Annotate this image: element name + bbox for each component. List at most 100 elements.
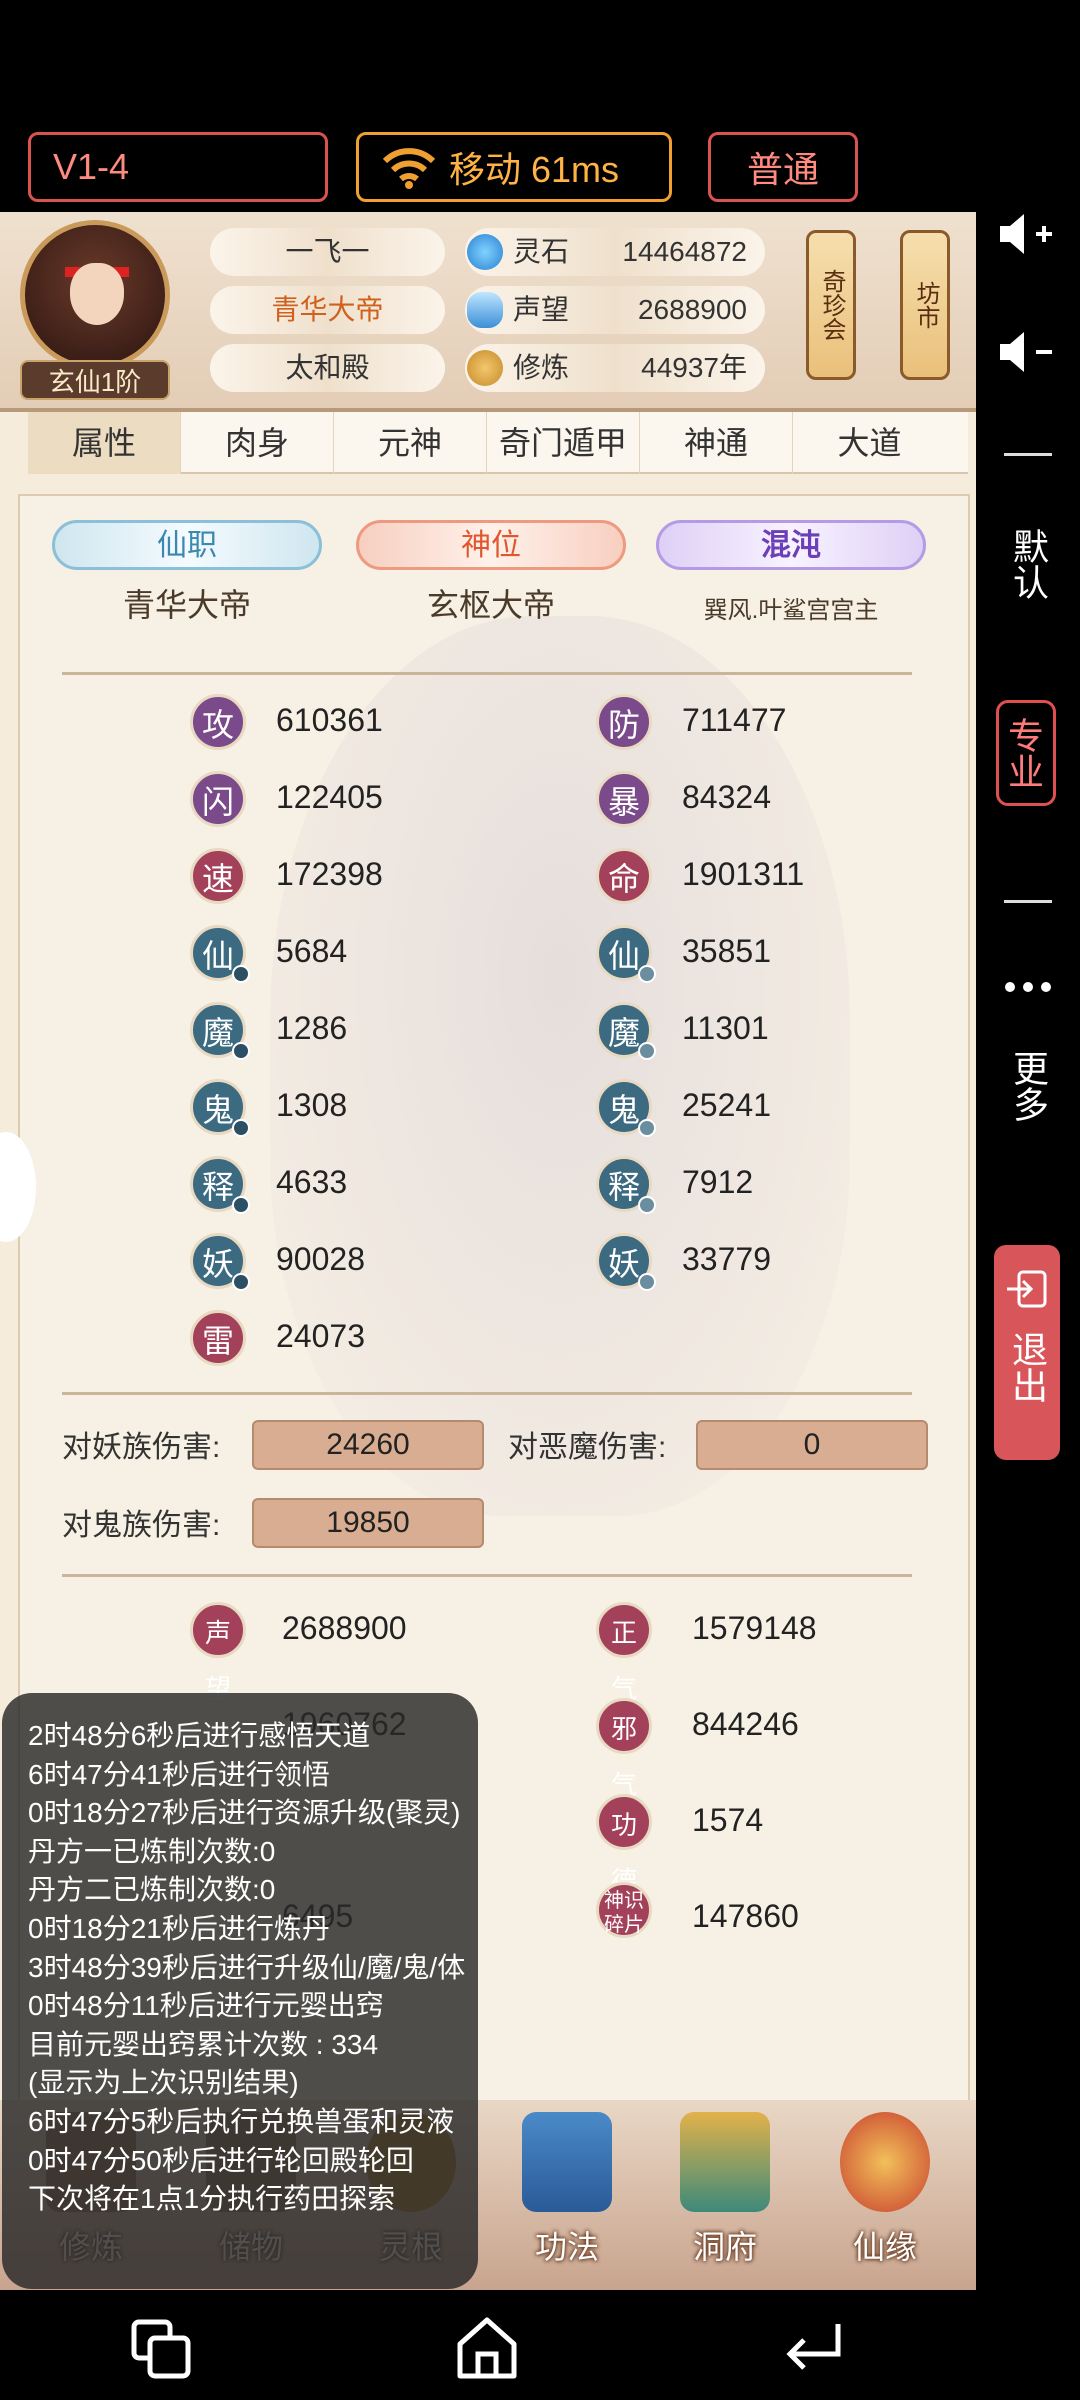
crit-badge-icon: 暴 <box>596 771 652 827</box>
attribute-tabs: 属性 肉身 元神 奇门遁甲 神通 大道 <box>28 412 968 474</box>
log-line: 6时47分5秒后执行兑换兽蛋和灵液 <box>28 2105 455 2137</box>
market-button[interactable]: 坊市 <box>900 230 950 380</box>
version-button[interactable]: V1-4 <box>28 132 328 202</box>
more-label: 更多 <box>1008 1050 1049 1122</box>
back-icon[interactable] <box>782 2320 844 2374</box>
resource-label: 声望 <box>513 294 570 325</box>
stat-value: 33779 <box>682 1241 771 1277</box>
sword-dot-icon <box>232 1273 250 1291</box>
log-line: 下次将在1点1分执行药田探索 <box>28 2183 396 2215</box>
shield-dot-icon <box>638 1119 656 1137</box>
tab-qimen[interactable]: 奇门遁甲 <box>487 412 640 474</box>
cultivation-resource: 修炼 44937年 <box>465 344 765 392</box>
exit-icon <box>1007 1270 1047 1308</box>
spirit-stone-icon <box>467 234 503 270</box>
exit-button[interactable]: 退出 <box>994 1245 1060 1460</box>
treasure-fair-button[interactable]: 奇珍会 <box>806 230 856 380</box>
default-button[interactable]: 默认 <box>976 528 1080 600</box>
stat-value: 1574 <box>692 1802 764 1838</box>
stat-value: 4633 <box>276 1164 348 1200</box>
tab-body[interactable]: 肉身 <box>181 412 334 474</box>
stat-value: 90028 <box>276 1241 365 1277</box>
tab-dao[interactable]: 大道 <box>793 412 946 474</box>
nav-techniques[interactable]: 功法 <box>512 2112 622 2272</box>
side-divider <box>1004 453 1052 456</box>
log-line: 0时18分27秒后进行资源升级(聚灵) <box>28 1797 461 1829</box>
evil-badge-icon: 邪气 <box>596 1698 652 1800</box>
volume-down-icon[interactable] <box>996 328 1056 376</box>
nav-cave-dwelling[interactable]: 洞府 <box>670 2112 780 2272</box>
damage-value: 24260 <box>252 1420 484 1470</box>
tab-attributes[interactable]: 属性 <box>28 412 181 474</box>
stat-value: 1901311 <box>682 856 805 892</box>
side-divider <box>1004 900 1052 903</box>
log-line: 3时48分39秒后进行升级仙/魔/鬼/体 <box>28 1951 466 1983</box>
shield-dot-icon <box>638 965 656 983</box>
immortal-post-ribbon: 仙职 <box>52 520 322 570</box>
meditation-icon <box>467 350 503 386</box>
stat-value: 5684 <box>276 933 348 969</box>
character-illustration <box>270 616 850 1516</box>
scroll-book-icon <box>522 2112 612 2212</box>
log-line: 目前元婴出窍累计次数 : 334 <box>28 2028 379 2060</box>
sword-dot-icon <box>232 1042 250 1060</box>
pro-button[interactable]: 专业 <box>996 700 1056 806</box>
shield-dot-icon <box>638 1196 656 1214</box>
reputation-resource: 声望 2688900 <box>465 286 765 334</box>
player-rank: 玄仙1阶 <box>20 360 170 400</box>
nav-label: 仙缘 <box>852 2229 917 2265</box>
resource-label: 修炼 <box>513 352 570 383</box>
stat-value: 1286 <box>276 1010 348 1046</box>
stat-value: 11301 <box>682 1010 769 1046</box>
pro-label: 专业 <box>1003 717 1044 789</box>
log-line: 6时47分41秒后进行领悟 <box>28 1758 330 1790</box>
exit-label: 退出 <box>1007 1331 1048 1403</box>
mode-button[interactable]: 普通 <box>708 132 858 202</box>
log-line: 0时48分11秒后进行元婴出窍 <box>28 1990 384 2022</box>
sword-dot-icon <box>232 1196 250 1214</box>
stat-value: 35851 <box>682 933 771 969</box>
stat-value: 1579148 <box>692 1610 817 1646</box>
thunder-badge-icon: 雷 <box>190 1310 246 1366</box>
stat-value: 172398 <box>276 856 383 892</box>
stat-value: 84324 <box>682 779 771 815</box>
attack-badge-icon: 攻 <box>190 694 246 750</box>
volume-up-icon[interactable] <box>996 210 1056 258</box>
home-icon[interactable] <box>454 2314 520 2382</box>
system-nav-bar <box>0 2290 1080 2400</box>
resource-value: 2688900 <box>637 294 747 325</box>
stat-value: 24073 <box>276 1318 365 1354</box>
recent-apps-icon[interactable] <box>128 2316 194 2382</box>
mode-label: 普通 <box>747 149 820 190</box>
tab-spirit[interactable]: 元神 <box>334 412 487 474</box>
chaos-value: 巽风.叶鲨宫宫主 <box>703 597 879 624</box>
section-divider <box>62 672 912 675</box>
stat-value: 2688900 <box>282 1610 407 1646</box>
stat-value: 1308 <box>276 1087 348 1123</box>
shield-dot-icon <box>638 1273 656 1291</box>
soul-fragment-badge-icon: 神识碎片 <box>596 1882 652 1938</box>
tab-divine-power[interactable]: 神通 <box>640 412 793 474</box>
more-dots-icon[interactable] <box>1004 980 1052 992</box>
log-line: 丹方一已炼制次数:0 <box>28 1835 276 1867</box>
chaos-ribbon: 混沌 <box>656 520 926 570</box>
reputation-crystal-icon <box>467 292 503 328</box>
screen: { "toolbar": { "version": "V1-4", "netwo… <box>0 0 1080 2400</box>
log-line: 丹方二已炼制次数:0 <box>28 1874 276 1906</box>
stat-value: 610361 <box>276 702 383 738</box>
nav-fate[interactable]: 仙缘 <box>830 2112 940 2272</box>
player-title: 青华大帝 <box>210 286 445 334</box>
gourd-icon <box>840 2112 930 2212</box>
immortal-post-value: 青华大帝 <box>122 587 251 623</box>
righteous-badge-icon: 正气 <box>596 1602 652 1704</box>
sword-dot-icon <box>232 1119 250 1137</box>
section-divider <box>62 1392 912 1395</box>
version-label: V1-4 <box>53 146 130 187</box>
more-button[interactable]: 更多 <box>976 1050 1080 1122</box>
player-palace: 太和殿 <box>210 344 445 392</box>
player-avatar[interactable] <box>20 220 170 370</box>
stat-value: 711477 <box>682 702 787 738</box>
merit-badge-icon: 功德 <box>596 1794 652 1896</box>
hp-badge-icon: 命 <box>596 848 652 904</box>
network-status-button[interactable]: 移动 61ms <box>356 132 672 202</box>
